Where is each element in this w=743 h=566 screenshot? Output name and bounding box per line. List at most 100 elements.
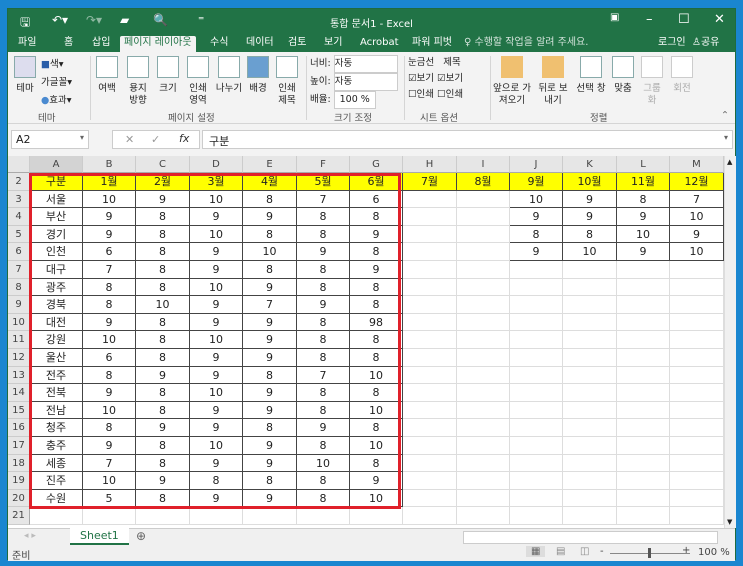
table-cell[interactable] <box>510 366 563 385</box>
table-cell[interactable]: 8 <box>136 243 190 261</box>
header-cell[interactable]: 3월 <box>190 173 243 191</box>
align-button[interactable]: 맞춤 <box>610 56 636 95</box>
column-header-h[interactable]: H <box>403 156 457 173</box>
cancel-icon[interactable]: ✕ <box>125 133 134 146</box>
name-box[interactable]: A2 ▾ <box>11 130 89 149</box>
table-cell[interactable]: 7 <box>297 366 350 385</box>
insert-function-icon[interactable]: fx <box>179 132 189 145</box>
table-cell[interactable] <box>670 296 724 314</box>
table-cell[interactable]: 9 <box>243 313 297 332</box>
table-cell[interactable]: 8 <box>136 261 190 279</box>
table-cell[interactable]: 8 <box>136 384 190 402</box>
table-cell[interactable]: 8 <box>136 401 190 420</box>
table-cell[interactable] <box>297 507 350 525</box>
table-cell[interactable] <box>617 419 670 437</box>
table-cell[interactable]: 8 <box>297 489 350 508</box>
table-cell[interactable] <box>617 278 670 297</box>
column-header-l[interactable]: L <box>617 156 670 173</box>
table-cell[interactable] <box>243 507 297 525</box>
table-cell[interactable] <box>617 331 670 349</box>
table-cell[interactable] <box>83 507 136 525</box>
table-cell[interactable] <box>617 261 670 279</box>
table-cell[interactable]: 전북 <box>30 384 83 402</box>
table-cell[interactable]: 8 <box>297 278 350 297</box>
table-cell[interactable]: 8 <box>350 243 403 261</box>
table-cell[interactable] <box>617 401 670 420</box>
close-button[interactable]: ✕ <box>714 12 725 27</box>
table-cell[interactable]: 9 <box>190 261 243 279</box>
table-cell[interactable]: 10 <box>190 384 243 402</box>
table-cell[interactable]: 9 <box>243 489 297 508</box>
table-cell[interactable]: 8 <box>190 472 243 490</box>
column-header-c[interactable]: C <box>136 156 190 173</box>
formula-input[interactable]: 구분 ▾ <box>202 130 733 149</box>
header-cell[interactable]: 6월 <box>350 173 403 191</box>
table-cell[interactable]: 8 <box>83 366 136 385</box>
share-button[interactable]: ♙공유 <box>688 36 723 52</box>
table-cell[interactable] <box>670 313 724 332</box>
table-cell[interactable] <box>563 278 617 297</box>
table-cell[interactable] <box>457 437 510 455</box>
table-cell[interactable]: 울산 <box>30 349 83 367</box>
table-cell[interactable]: 9 <box>190 208 243 226</box>
table-cell[interactable]: 10 <box>243 243 297 261</box>
table-cell[interactable]: 9 <box>350 261 403 279</box>
zoom-slider-thumb[interactable] <box>648 548 651 558</box>
table-cell[interactable]: 8 <box>136 489 190 508</box>
row-header[interactable]: 19 <box>8 472 30 490</box>
table-cell[interactable] <box>457 489 510 508</box>
table-cell[interactable] <box>457 331 510 349</box>
table-cell[interactable]: 10 <box>670 243 724 261</box>
table-cell[interactable] <box>670 454 724 473</box>
tab-insert[interactable]: 삽입 <box>88 36 114 52</box>
margins-button[interactable]: 여백 <box>94 56 120 95</box>
table-cell[interactable] <box>190 507 243 525</box>
table-cell[interactable]: 9 <box>563 208 617 226</box>
table-cell[interactable]: 8 <box>350 208 403 226</box>
table-cell[interactable]: 9 <box>190 401 243 420</box>
table-cell[interactable] <box>617 313 670 332</box>
table-cell[interactable]: 9 <box>297 243 350 261</box>
headings-view-checkbox[interactable]: ☑보기 <box>437 73 463 84</box>
table-cell[interactable]: 9 <box>136 366 190 385</box>
header-cell[interactable]: 5월 <box>297 173 350 191</box>
page-layout-view-icon[interactable]: ▤ <box>556 546 565 557</box>
table-cell[interactable] <box>510 472 563 490</box>
table-cell[interactable]: 8 <box>136 331 190 349</box>
table-cell[interactable]: 10 <box>83 331 136 349</box>
table-cell[interactable] <box>457 296 510 314</box>
table-cell[interactable] <box>510 437 563 455</box>
table-cell[interactable]: 10 <box>297 454 350 473</box>
table-cell[interactable] <box>457 349 510 367</box>
row-header[interactable]: 15 <box>8 401 30 420</box>
table-cell[interactable]: 8 <box>136 349 190 367</box>
table-cell[interactable]: 9 <box>670 225 724 244</box>
header-cell[interactable]: 4월 <box>243 173 297 191</box>
table-cell[interactable] <box>617 437 670 455</box>
table-cell[interactable] <box>457 401 510 420</box>
row-header[interactable]: 7 <box>8 261 30 279</box>
table-cell[interactable] <box>457 278 510 297</box>
table-cell[interactable] <box>403 313 457 332</box>
table-cell[interactable]: 전남 <box>30 401 83 420</box>
page-break-view-icon[interactable]: ◫ <box>580 546 589 557</box>
column-header-b[interactable]: B <box>83 156 136 173</box>
sheet-nav-arrows[interactable]: ◂ ▸ <box>24 531 36 541</box>
table-cell[interactable]: 8 <box>297 208 350 226</box>
row-header[interactable]: 13 <box>8 366 30 385</box>
table-cell[interactable] <box>563 331 617 349</box>
login-link[interactable]: 로그인 <box>654 36 690 52</box>
header-cell[interactable]: 7월 <box>403 173 457 191</box>
height-field[interactable]: 높이: 자동 <box>310 73 398 91</box>
row-header[interactable]: 5 <box>8 225 30 244</box>
group-button[interactable]: 그룹화 <box>640 56 664 107</box>
table-cell[interactable] <box>457 261 510 279</box>
table-cell[interactable]: 충주 <box>30 437 83 455</box>
tab-formulas[interactable]: 수식 <box>206 36 232 52</box>
table-cell[interactable]: 8 <box>297 331 350 349</box>
row-header[interactable]: 6 <box>8 243 30 261</box>
table-cell[interactable]: 광주 <box>30 278 83 297</box>
table-cell[interactable] <box>617 366 670 385</box>
table-cell[interactable] <box>457 366 510 385</box>
table-cell[interactable] <box>510 419 563 437</box>
